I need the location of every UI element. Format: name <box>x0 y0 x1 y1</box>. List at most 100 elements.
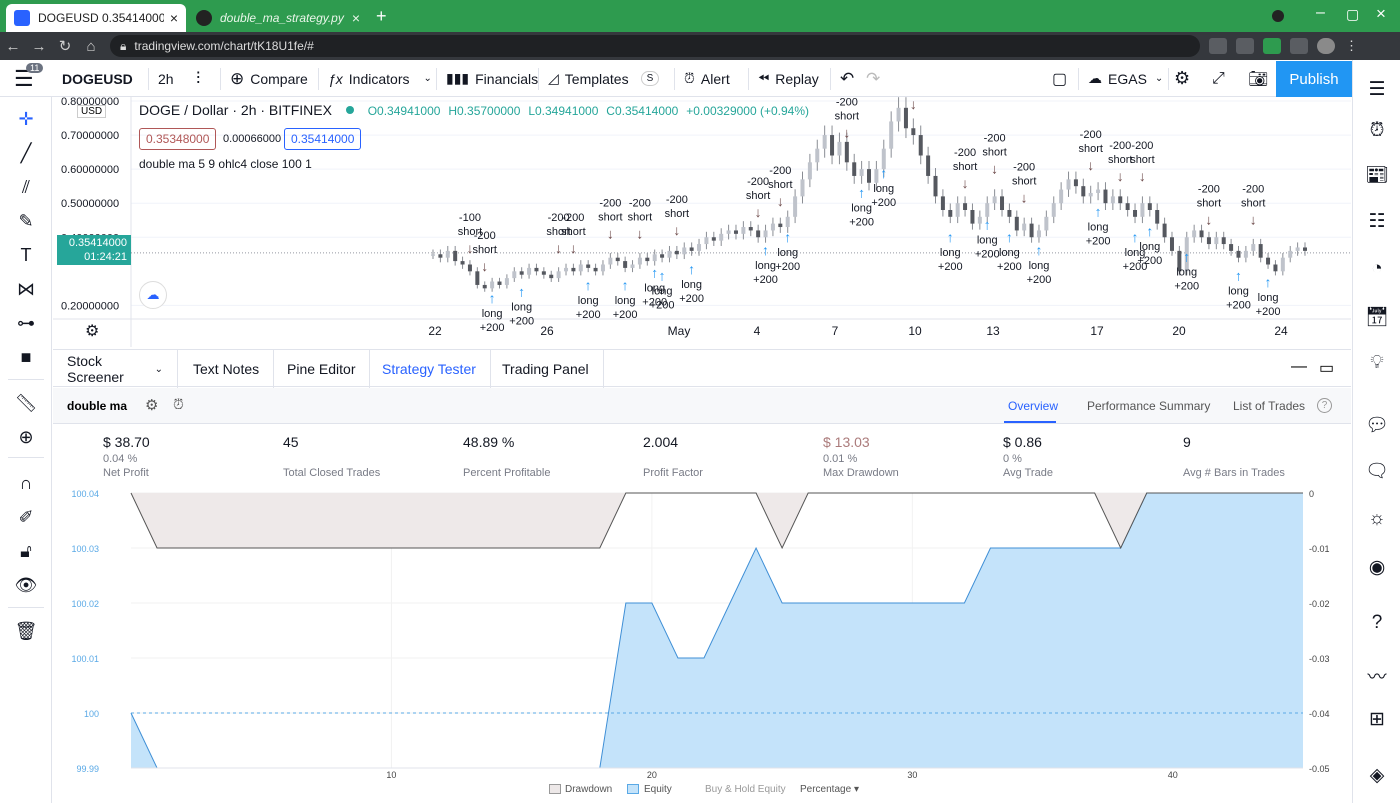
legend-buy-hold-equity[interactable]: Buy & Hold Equity <box>705 784 786 795</box>
templates-button[interactable]: ◿ Templates S <box>548 60 660 97</box>
candle-body <box>903 107 908 129</box>
crosshair-icon[interactable]: ✛ <box>10 105 42 133</box>
tradingview-logo-icon[interactable]: ☁︎ <box>139 281 167 309</box>
short-trade-marker: -200 short ↓ <box>1078 129 1102 173</box>
broadcast-icon[interactable]: ◉ <box>1361 552 1393 582</box>
legend-drawdown[interactable]: Drawdown <box>565 784 612 795</box>
tab-text-notes[interactable]: Text Notes <box>179 350 275 388</box>
shapes-tool-icon[interactable]: ■ <box>10 343 42 371</box>
extension-icon[interactable] <box>1236 38 1254 54</box>
lock-pencil-icon[interactable]: ✐ <box>10 503 42 531</box>
replay-button[interactable]: ⏪︎ Replay <box>758 60 819 97</box>
sell-price-box[interactable]: 0.35348000 <box>139 128 217 150</box>
financials-button[interactable]: ▮▮▮ Financials <box>446 60 538 97</box>
tab-stock-screener[interactable]: Stock Screener ⌄ <box>53 350 178 388</box>
subtab-list-of-trades[interactable]: List of Trades <box>1233 399 1305 413</box>
tab-trading-panel[interactable]: Trading Panel <box>488 350 604 388</box>
trend-line-icon[interactable]: ╱ <box>10 139 42 167</box>
chats-icon[interactable]: 💬︎ <box>1361 410 1393 440</box>
messages-icon[interactable]: 🗨︎ <box>1361 456 1393 486</box>
chart-settings-gear-icon[interactable]: ⚙︎ <box>85 321 99 341</box>
compare-button[interactable]: ⊕ Compare <box>230 60 308 97</box>
help-icon[interactable]: ? <box>1317 398 1332 413</box>
text-tool-icon[interactable]: T <box>10 241 42 269</box>
minimize-panel-icon[interactable]: — <box>1291 358 1307 376</box>
candle <box>586 260 591 273</box>
alert-button[interactable]: ⏰︎ Alert <box>684 60 730 97</box>
gear-icon[interactable]: ⚙︎ <box>1174 60 1190 97</box>
fullscreen-icon[interactable]: ⤢ <box>1212 60 1225 97</box>
undo-icon[interactable]: ↶ <box>840 60 854 97</box>
eye-icon[interactable]: 👁︎ <box>10 571 42 599</box>
lock-icon[interactable]: 🔓︎ <box>10 537 42 565</box>
study-legend[interactable]: double ma 5 9 ohlc4 close 100 1 <box>139 157 312 171</box>
legend-equity[interactable]: Equity <box>644 784 672 795</box>
long-trade-marker: ↑ long +200 <box>576 277 601 321</box>
profile-dot-icon[interactable] <box>1272 10 1284 22</box>
layout-name-button[interactable]: ☁︎ EGAS ⌄ <box>1088 60 1163 97</box>
avatar[interactable] <box>1317 38 1335 54</box>
subtab-overview[interactable]: Overview <box>1008 399 1058 413</box>
extension-icon[interactable] <box>1290 38 1308 54</box>
home-icon[interactable]: ⌂ <box>78 38 104 55</box>
fib-tool-icon[interactable]: ⫽ <box>10 173 42 201</box>
maximize-panel-icon[interactable]: ▭ <box>1319 358 1334 378</box>
equity-chart[interactable]: 100.04 100.03 100.02 100.01 100 99.99 0 -0.01 -0… <box>53 485 1351 803</box>
brush-icon[interactable]: ✎ <box>10 207 42 235</box>
browser-tab-active[interactable]: DOGEUSD 0.35414000 ▲ +15.45% × <box>6 4 186 32</box>
subtab-performance-summary[interactable]: Performance Summary <box>1087 399 1210 413</box>
url-input[interactable]: 🔒︎ tradingview.com/chart/tK18U1fe/# <box>110 35 1200 57</box>
close-tab-icon[interactable]: × <box>346 10 360 26</box>
indicators-button[interactable]: ƒx Indicators ⌄ <box>328 60 432 97</box>
price-chart[interactable]: 0.80000000 0.70000000 0.60000000 0.50000000… <box>53 97 1351 347</box>
candle <box>1081 178 1086 204</box>
trade-qty-label: -200 <box>954 147 976 159</box>
back-icon[interactable]: ← <box>0 38 26 55</box>
hotlist-icon[interactable]: ◔ <box>1361 254 1393 284</box>
close-tab-icon[interactable]: × <box>164 10 178 26</box>
trash-icon[interactable]: 🗑︎ <box>10 617 42 645</box>
publish-button[interactable]: Publish <box>1276 61 1352 97</box>
buy-price-box[interactable]: 0.35414000 <box>284 128 362 150</box>
candles-style-icon[interactable]: ⫶ <box>196 60 200 97</box>
strategy-alert-icon[interactable]: ⏰︎ <box>173 396 184 413</box>
close-window-icon[interactable]: × <box>1376 4 1386 24</box>
camera-icon[interactable]: 📷︎ <box>1248 60 1268 97</box>
help-icon[interactable]: ? <box>1361 608 1393 638</box>
layout-select-icon[interactable]: ▢ <box>1052 60 1067 97</box>
ruler-icon[interactable]: 📏︎ <box>10 389 42 417</box>
minimize-icon[interactable]: – <box>1316 4 1325 22</box>
redo-icon[interactable]: ↷ <box>866 60 880 97</box>
chart-pattern-icon[interactable]: 〰 <box>1361 660 1393 690</box>
forward-icon[interactable]: → <box>26 38 52 55</box>
news-icon[interactable]: 📰︎ <box>1361 160 1393 190</box>
candle-body <box>445 250 450 258</box>
interval-button[interactable]: 2h <box>158 60 174 97</box>
ideas-lightbulb-icon[interactable]: 💡︎ <box>1361 348 1393 378</box>
alerts-clock-icon[interactable]: ⏰︎ <box>1361 116 1393 146</box>
percentage-select[interactable]: Percentage ▾ <box>800 784 859 795</box>
watchlist-icon[interactable]: ☰ <box>1361 74 1393 104</box>
pattern-tool-icon[interactable]: ⋈ <box>10 275 42 303</box>
candle-body <box>852 162 857 176</box>
layers-icon[interactable]: ◈ <box>1361 760 1393 790</box>
browser-tab[interactable]: double_ma_strategy.py × <box>188 4 368 32</box>
tab-strategy-tester[interactable]: Strategy Tester <box>368 350 491 388</box>
streams-icon[interactable]: ☼ <box>1361 504 1393 534</box>
zoom-in-icon[interactable]: ⊕ <box>10 423 42 451</box>
extension-icon[interactable] <box>1209 38 1227 54</box>
magnet-icon[interactable]: ∩ <box>10 469 42 497</box>
prediction-tool-icon[interactable]: ⊶ <box>10 309 42 337</box>
maximize-icon[interactable]: ▢ <box>1346 6 1359 23</box>
tab-pine-editor[interactable]: Pine Editor <box>273 350 371 388</box>
extension-icon[interactable] <box>1263 38 1281 54</box>
symbol-search-button[interactable]: DOGEUSD <box>62 60 133 97</box>
grid-icon[interactable]: ⊞ <box>1361 704 1393 734</box>
data-window-icon[interactable]: ☷ <box>1361 206 1393 236</box>
reload-icon[interactable]: ↻ <box>52 37 78 55</box>
calendar-icon[interactable]: 📅︎ <box>1361 302 1393 332</box>
strategy-settings-gear-icon[interactable]: ⚙︎ <box>145 396 158 414</box>
long-trade-marker: ↑ long +200 <box>753 242 778 286</box>
menu-dots-icon[interactable]: ⋮ <box>1345 38 1358 54</box>
new-tab-icon[interactable]: + <box>376 6 387 27</box>
